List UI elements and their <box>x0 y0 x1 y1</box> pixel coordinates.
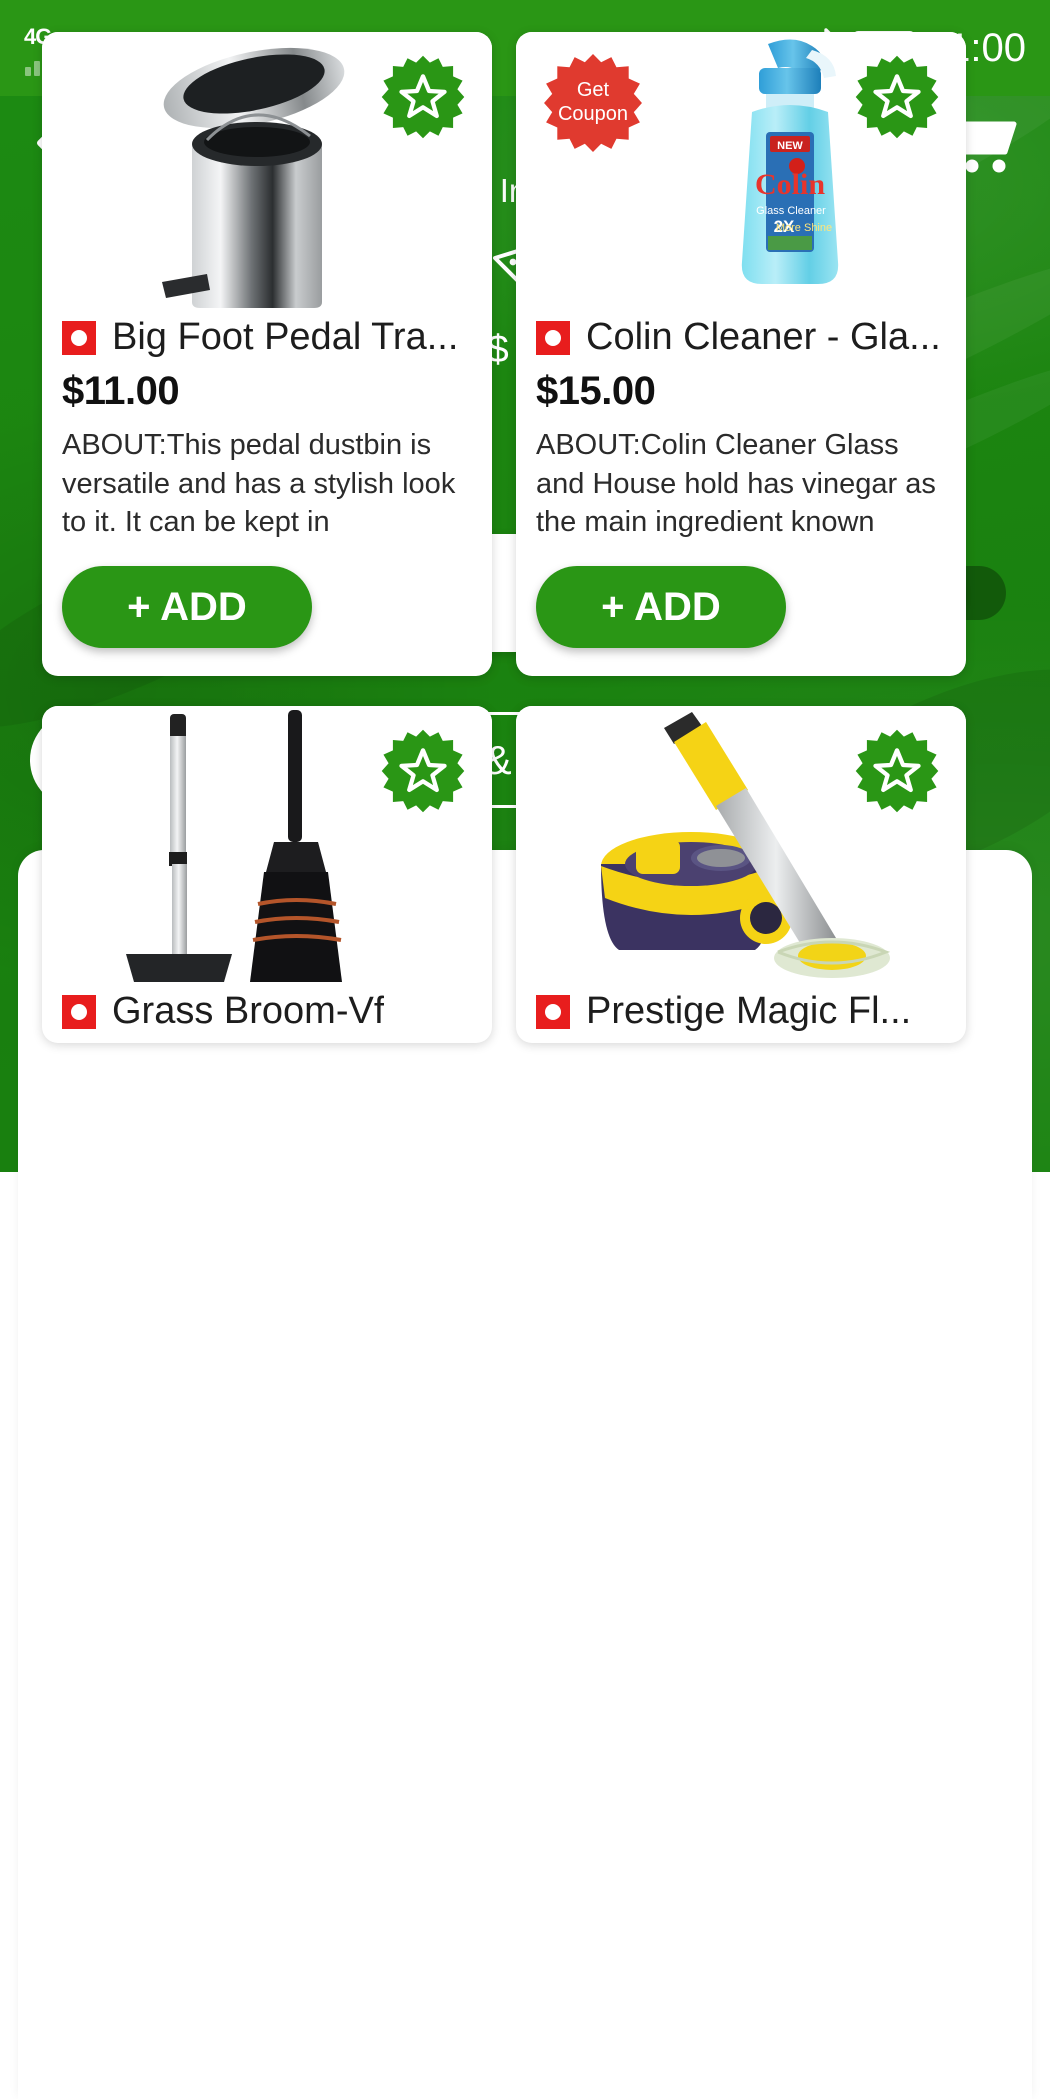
product-card[interactable]: Grass Broom-Vf <box>42 706 492 1043</box>
product-image-prestige-magic-mop <box>516 706 966 982</box>
svg-text:Glass Cleaner: Glass Cleaner <box>756 205 826 217</box>
product-name: Big Foot Pedal Tra... <box>112 316 459 358</box>
product-grid: Big Foot Pedal Tra... $11.00 ABOUT:This … <box>0 0 1050 1249</box>
svg-text:NEW: NEW <box>777 140 803 152</box>
product-card[interactable]: NEW Colin Glass Cleaner 2X More Shine Ge… <box>516 32 966 676</box>
product-description: ABOUT:This pedal dustbin is versatile an… <box>62 429 456 539</box>
product-card-body: Grass Broom-Vf <box>42 982 492 1033</box>
product-price: $11.00 <box>62 369 180 413</box>
svg-text:Colin: Colin <box>755 168 825 201</box>
product-card[interactable]: Prestige Magic Fl... <box>516 706 966 1043</box>
product-title-row: Grass Broom-Vf <box>62 990 472 1033</box>
add-to-cart-button[interactable]: + ADD <box>536 566 786 648</box>
product-image-colin-cleaner: NEW Colin Glass Cleaner 2X More Shine Ge… <box>516 32 966 308</box>
non-veg-indicator-icon <box>536 994 570 1029</box>
product-title-row: Big Foot Pedal Tra... <box>62 316 472 359</box>
product-row-2: Grass Broom-Vf Prestige Magic Fl... <box>0 706 1050 1043</box>
star-badge-icon[interactable] <box>854 728 940 814</box>
product-price: $15.00 <box>536 369 656 413</box>
star-badge-icon[interactable] <box>854 54 940 140</box>
product-card-body: Prestige Magic Fl... <box>516 982 966 1033</box>
product-title-row: Colin Cleaner - Gla... <box>536 316 946 359</box>
product-card[interactable]: Big Foot Pedal Tra... $11.00 ABOUT:This … <box>42 32 492 676</box>
add-to-cart-button[interactable]: + ADD <box>62 566 312 648</box>
star-badge-icon[interactable] <box>380 728 466 814</box>
product-name: Colin Cleaner - Gla... <box>586 316 941 358</box>
svg-text:More Shine: More Shine <box>776 222 832 234</box>
app-screen: 4G VoWiFi 100 <box>0 0 1050 2099</box>
non-veg-indicator-icon <box>62 320 96 355</box>
product-title-row: Prestige Magic Fl... <box>536 990 946 1033</box>
non-veg-indicator-icon <box>62 994 96 1029</box>
product-image-big-foot-pedal-trash <box>42 32 492 308</box>
star-badge-icon[interactable] <box>380 54 466 140</box>
product-card-body: Colin Cleaner - Gla... $15.00 ABOUT:Coli… <box>516 308 966 648</box>
get-coupon-badge[interactable]: Get Coupon <box>542 52 644 154</box>
product-image-grass-broom <box>42 706 492 982</box>
product-card-body: Big Foot Pedal Tra... $11.00 ABOUT:This … <box>42 308 492 648</box>
product-description: ABOUT:Colin Cleaner Glass and House hold… <box>536 429 936 539</box>
non-veg-indicator-icon <box>536 320 570 355</box>
get-coupon-label: Get Coupon <box>557 79 629 125</box>
product-name: Prestige Magic Fl... <box>586 990 912 1032</box>
product-name: Grass Broom-Vf <box>112 990 385 1032</box>
product-row-1: Big Foot Pedal Tra... $11.00 ABOUT:This … <box>0 32 1050 676</box>
